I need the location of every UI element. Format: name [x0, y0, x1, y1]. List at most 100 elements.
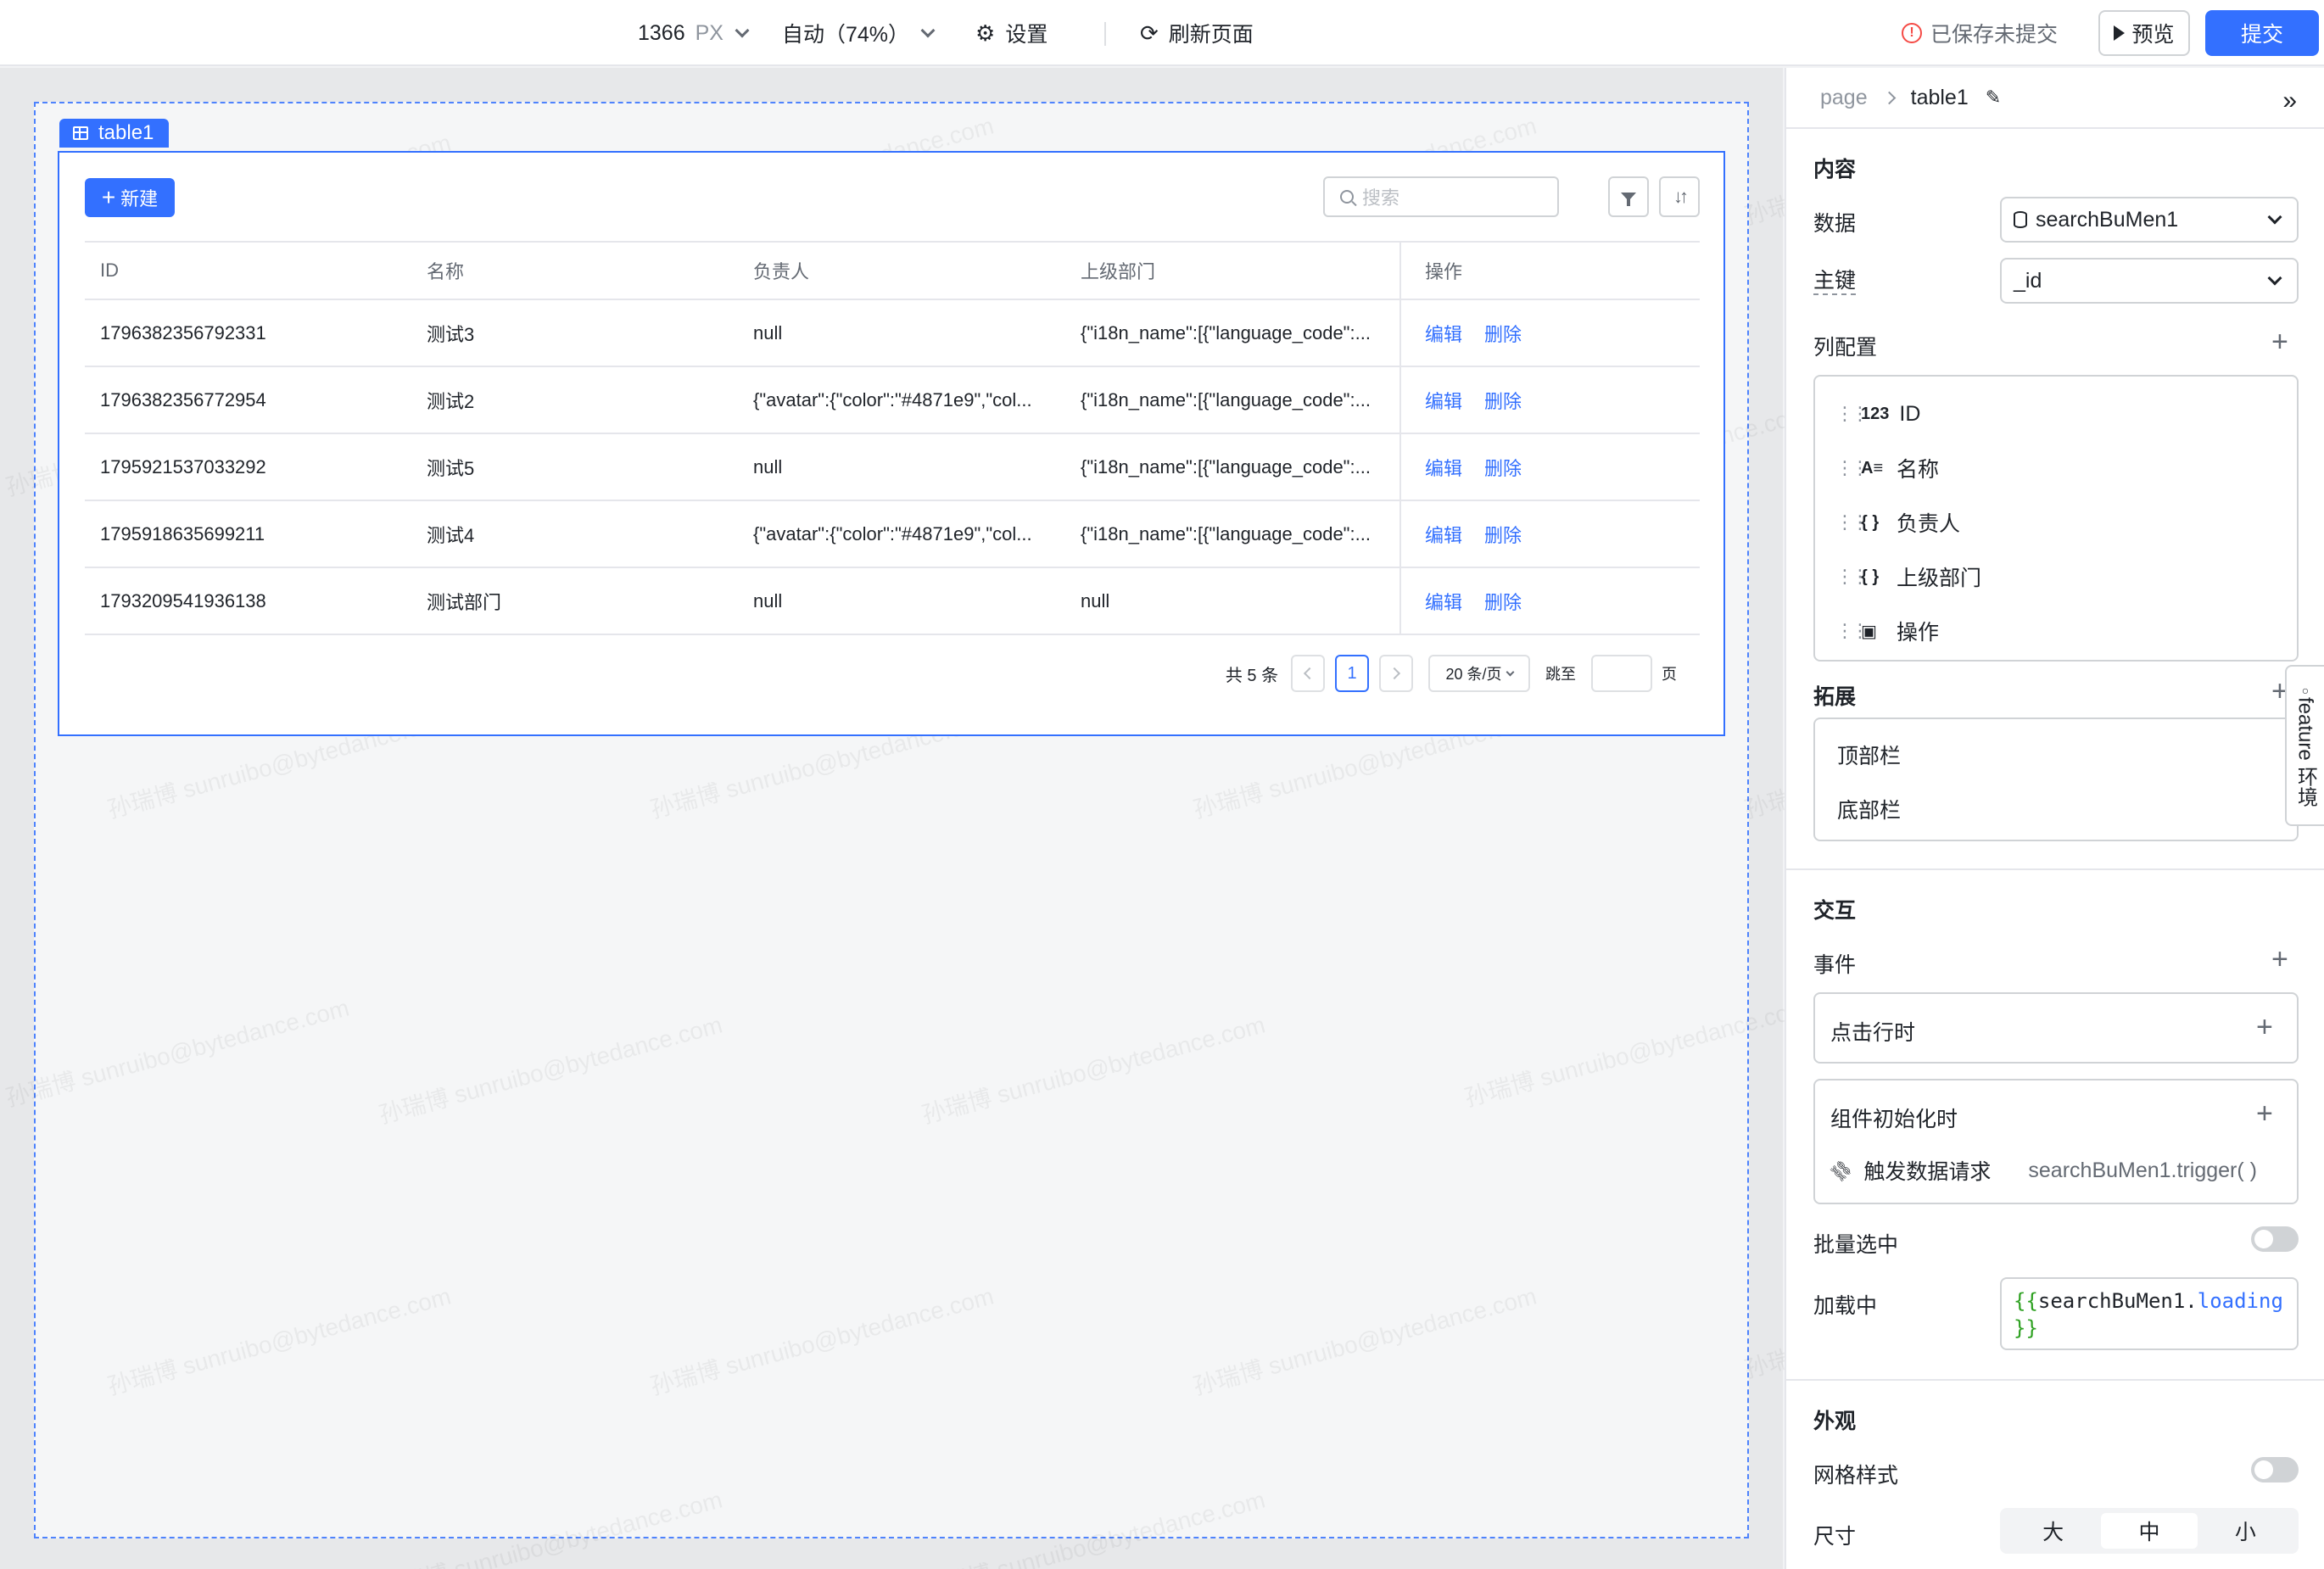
environment-label: feature 环境 — [2293, 697, 2317, 807]
batch-select-toggle[interactable] — [2251, 1226, 2299, 1252]
loading-code-input[interactable]: {{searchBuMen1.loading }} — [2000, 1277, 2299, 1350]
filter-button[interactable] — [1608, 176, 1649, 217]
new-record-button[interactable]: + 新建 — [85, 178, 175, 217]
zoom-value: 自动（74%） — [782, 23, 910, 47]
chevron-down-icon — [920, 23, 936, 38]
edit-icon[interactable]: ✎ — [1986, 87, 2001, 109]
data-source-select[interactable]: searchBuMen1 — [2000, 197, 2299, 243]
extend-item-header[interactable]: 顶部栏 — [1837, 740, 1901, 770]
edit-row-link[interactable]: 编辑 — [1425, 387, 1462, 414]
event-init-action[interactable]: ⛓ 触发数据请求 searchBuMen1.trigger( ) — [1827, 1155, 2257, 1186]
column-type-icon: ▣ — [1861, 622, 1877, 641]
column-config-label: 负责人 — [1897, 512, 1961, 536]
edit-row-link[interactable]: 编辑 — [1425, 320, 1462, 347]
cell-parent: {"i18n_name":[{"language_code":... — [1081, 522, 1371, 544]
column-config-item[interactable]: ⋮⋮{ } 负责人 — [1835, 505, 1960, 539]
table-row[interactable]: 1795921537033292 测试5 null {"i18n_name":[{"l… — [85, 434, 1700, 501]
cell-owner: null — [753, 455, 783, 477]
drag-handle-icon[interactable]: ⋮⋮ — [1835, 620, 1869, 642]
delete-row-link[interactable]: 删除 — [1484, 320, 1522, 347]
event-component-init[interactable]: 组件初始化时 + ⛓ 触发数据请求 searchBuMen1.trigger( … — [1813, 1079, 2299, 1204]
cell-parent: null — [1081, 589, 1110, 611]
add-column-icon[interactable]: + — [2271, 327, 2288, 356]
size-option-large[interactable]: 大 — [2005, 1513, 2101, 1549]
delete-row-link[interactable]: 删除 — [1484, 454, 1522, 481]
collapse-panel-icon[interactable]: » — [2282, 87, 2297, 115]
column-type-icon: { } — [1861, 512, 1880, 532]
cell-owner: {"avatar":{"color":"#4871e9","col... — [753, 388, 1032, 410]
delete-row-link[interactable]: 删除 — [1484, 521, 1522, 548]
refresh-label: 刷新页面 — [1168, 23, 1254, 47]
section-divider — [1786, 868, 2324, 870]
data-table: ID 名称 负责人 上级部门 操作 1796382356792331 测试3 nul… — [85, 241, 1700, 635]
table-row[interactable]: 1796382356792331 测试3 null {"i18n_name":[{"l… — [85, 300, 1700, 367]
table-component[interactable]: + 新建 搜索 ↓↑ ID 名称 负责人 上级部门 操作 17963823567… — [58, 151, 1725, 736]
page-size-select[interactable]: 20 条/页 — [1428, 655, 1530, 692]
page-number-button[interactable]: 1 — [1335, 655, 1369, 692]
edit-row-link[interactable]: 编辑 — [1425, 588, 1462, 615]
jump-page-input[interactable] — [1591, 655, 1652, 692]
search-icon — [1340, 190, 1354, 204]
pagination-total: 共 5 条 — [1225, 666, 1279, 685]
drag-handle-icon[interactable]: ⋮⋮ — [1835, 403, 1869, 425]
batch-select-label: 批量选中 — [1813, 1233, 1899, 1257]
size-option-medium[interactable]: 中 — [2101, 1513, 2198, 1549]
column-header-name: 名称 — [427, 261, 465, 282]
add-action-icon[interactable]: + — [2256, 1013, 2273, 1041]
cell-owner: null — [753, 589, 783, 611]
edit-row-link[interactable]: 编辑 — [1425, 521, 1462, 548]
new-record-label: 新建 — [120, 188, 159, 209]
grid-style-toggle[interactable] — [2251, 1457, 2299, 1482]
table-row[interactable]: 1793209541936138 测试部门 null null 编辑 删除 — [85, 568, 1700, 635]
next-page-button[interactable] — [1379, 655, 1413, 692]
delete-row-link[interactable]: 删除 — [1484, 387, 1522, 414]
zoom-select[interactable]: 自动（74%） — [782, 0, 936, 66]
size-option-small[interactable]: 小 — [2198, 1513, 2293, 1549]
cell-id: 1796382356792331 — [100, 321, 266, 343]
drag-handle-icon[interactable]: ⋮⋮ — [1835, 566, 1869, 588]
sort-button[interactable]: ↓↑ — [1659, 176, 1700, 217]
chevron-right-icon — [1882, 91, 1896, 104]
column-config-label: 上级部门 — [1897, 567, 1982, 590]
add-action-icon[interactable]: + — [2256, 1099, 2273, 1128]
section-content-title: 内容 — [1813, 158, 1857, 181]
preview-button[interactable]: 预览 — [2098, 10, 2190, 56]
column-config-item[interactable]: ⋮⋮ A≡ 名称 — [1835, 451, 1939, 485]
drag-handle-icon[interactable]: ⋮⋮ — [1835, 511, 1869, 533]
column-config-item[interactable]: ⋮⋮ ▣ 操作 — [1835, 614, 1939, 648]
breadcrumb-root[interactable]: page — [1820, 86, 1868, 110]
table-search-input[interactable]: 搜索 — [1323, 176, 1559, 217]
environment-side-tab[interactable]: ○ feature 环境 — [2285, 665, 2324, 826]
component-tag[interactable]: table1 — [59, 119, 170, 148]
table-icon — [73, 126, 88, 140]
event-row-click[interactable]: 点击行时 + — [1813, 992, 2299, 1064]
column-config-item[interactable]: ⋮⋮ 123 ID — [1835, 397, 1920, 431]
column-config-label: 操作 — [1897, 621, 1940, 645]
extend-item-footer[interactable]: 底部栏 — [1837, 794, 1901, 824]
primary-key-select[interactable]: _id — [2000, 258, 2299, 304]
table-row[interactable]: 1796382356772954 测试2 {"avatar":{"color":"#… — [85, 367, 1700, 434]
submit-button[interactable]: 提交 — [2205, 10, 2319, 56]
cell-name: 测试4 — [427, 524, 475, 546]
table-row[interactable]: 1795918635699211 测试4 {"avatar":{"color":"#… — [85, 501, 1700, 568]
cell-parent: {"i18n_name":[{"language_code":... — [1081, 455, 1371, 477]
section-divider — [1786, 1379, 2324, 1381]
column-header-id: ID — [100, 260, 119, 281]
drag-handle-icon[interactable]: ⋮⋮ — [1835, 457, 1869, 479]
refresh-page-button[interactable]: ⟳ 刷新页面 — [1140, 0, 1254, 66]
column-config-item[interactable]: ⋮⋮{ } 上级部门 — [1835, 560, 1981, 594]
canvas-width-select[interactable]: 1366 PX — [638, 0, 750, 66]
edit-row-link[interactable]: 编辑 — [1425, 454, 1462, 481]
section-appearance-title: 外观 — [1813, 1410, 1857, 1433]
prev-page-button[interactable] — [1291, 655, 1325, 692]
cell-name: 测试3 — [427, 323, 475, 345]
save-status-text: 已保存未提交 — [1930, 23, 2059, 47]
cell-name: 测试2 — [427, 390, 475, 412]
delete-row-link[interactable]: 删除 — [1484, 588, 1522, 615]
column-config-label: ID — [1899, 401, 1921, 426]
column-header-parent: 上级部门 — [1081, 261, 1156, 282]
settings-button[interactable]: ⚙ 设置 — [975, 0, 1047, 66]
canvas-width-value: 1366 — [638, 20, 685, 45]
canvas-width-unit: PX — [695, 20, 723, 45]
add-event-icon[interactable]: + — [2271, 945, 2288, 974]
